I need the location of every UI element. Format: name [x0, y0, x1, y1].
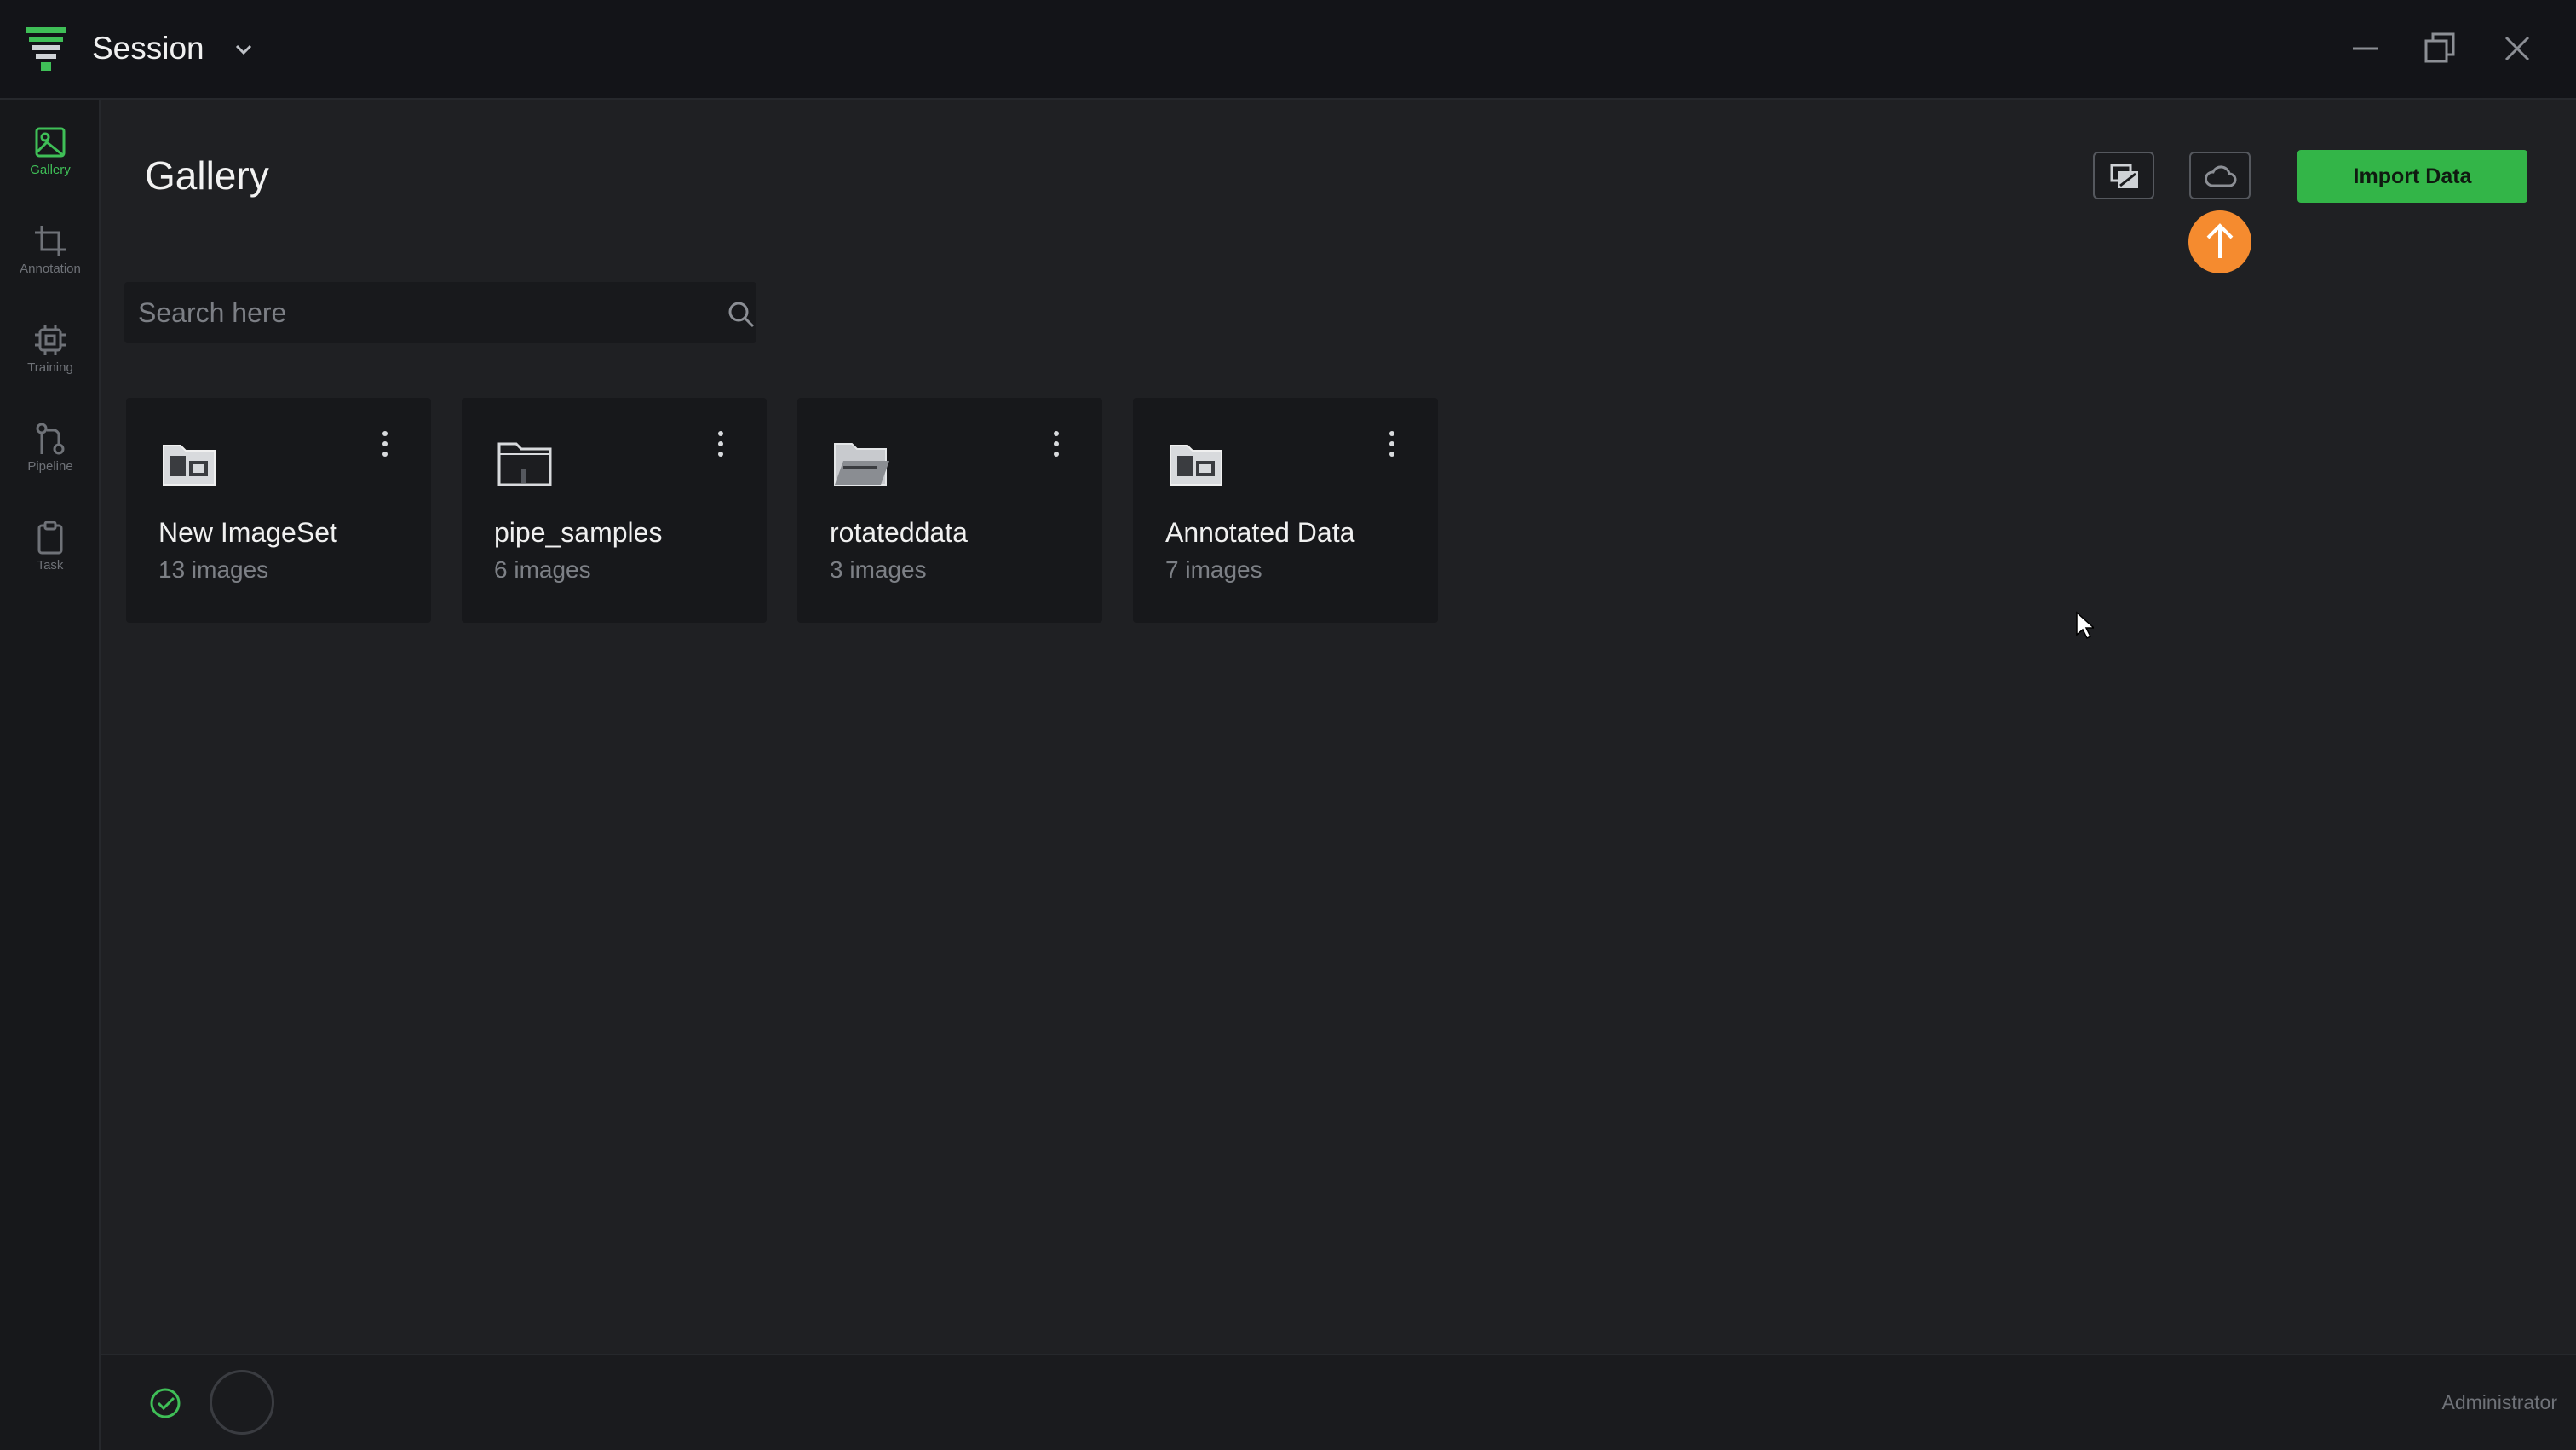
search-input[interactable]	[138, 282, 683, 343]
card-count: 7 images	[1165, 556, 1262, 583]
sidebar: Gallery Annotation Training Pipeline Tas…	[0, 100, 101, 1450]
chevron-down-icon[interactable]	[233, 41, 254, 58]
folder-images-icon	[1170, 445, 1222, 486]
sidebar-item-training[interactable]: Training	[0, 323, 101, 408]
minimize-icon[interactable]	[2348, 31, 2383, 66]
card-title: pipe_samples	[494, 517, 663, 548]
card-count: 3 images	[830, 556, 927, 583]
more-options-icon[interactable]	[1383, 429, 1400, 459]
more-options-icon[interactable]	[1048, 429, 1065, 459]
more-options-icon[interactable]	[377, 429, 394, 459]
check-circle-icon	[150, 1388, 181, 1418]
sidebar-item-annotation[interactable]: Annotation	[0, 224, 101, 309]
sidebar-item-gallery[interactable]: Gallery	[0, 125, 101, 210]
status-bar: Administrator	[101, 1354, 2576, 1450]
sidebar-item-pipeline[interactable]: Pipeline	[0, 422, 101, 507]
folder-images-icon	[163, 445, 216, 486]
page-title: Gallery	[145, 153, 269, 198]
card-count: 6 images	[494, 556, 591, 583]
dataset-card[interactable]: pipe_samples 6 images	[462, 398, 767, 623]
main-content: Gallery Import Data Search here New Imag…	[101, 100, 2576, 1354]
card-title: rotateddata	[830, 517, 968, 548]
cloud-icon	[2205, 165, 2237, 187]
dataset-card[interactable]: New ImageSet 13 images	[126, 398, 431, 623]
restore-icon[interactable]	[2423, 31, 2458, 66]
folder-empty-icon	[497, 442, 552, 486]
dataset-card[interactable]: rotateddata 3 images	[797, 398, 1102, 623]
clipboard-icon	[37, 521, 63, 555]
crop-icon	[35, 226, 66, 256]
search-box	[124, 282, 756, 343]
search-icon[interactable]	[727, 301, 755, 328]
more-options-icon[interactable]	[712, 429, 729, 459]
image-icon	[35, 127, 66, 158]
select-toggle-button[interactable]	[2093, 152, 2154, 199]
sidebar-item-task[interactable]: Task	[0, 521, 101, 606]
arrow-up-icon	[2206, 223, 2234, 258]
sidebar-item-label: Gallery	[30, 163, 71, 177]
app-title: Session	[92, 31, 204, 66]
close-icon[interactable]	[2499, 31, 2535, 66]
select-icon	[2110, 164, 2138, 188]
import-data-button[interactable]: Import Data	[2297, 150, 2527, 203]
app-logo-icon	[26, 27, 66, 71]
upload-badge[interactable]	[2188, 210, 2251, 273]
pipeline-icon	[36, 423, 65, 455]
dataset-card[interactable]: Annotated Data 7 images	[1133, 398, 1438, 623]
mouse-cursor-icon	[2076, 611, 2094, 640]
user-label[interactable]: Administrator	[2442, 1391, 2557, 1414]
sidebar-item-label: Training	[27, 360, 73, 375]
card-title: Annotated Data	[1165, 517, 1355, 548]
sidebar-item-label: Annotation	[20, 262, 81, 276]
cpu-icon	[35, 325, 66, 355]
title-bar: Session	[0, 0, 2576, 100]
progress-ring	[210, 1370, 274, 1435]
card-count: 13 images	[158, 556, 269, 583]
cloud-button[interactable]	[2189, 152, 2251, 199]
folder-open-icon	[834, 443, 889, 486]
sidebar-item-label: Task	[37, 558, 64, 573]
card-title: New ImageSet	[158, 517, 337, 548]
sidebar-item-label: Pipeline	[27, 459, 73, 474]
